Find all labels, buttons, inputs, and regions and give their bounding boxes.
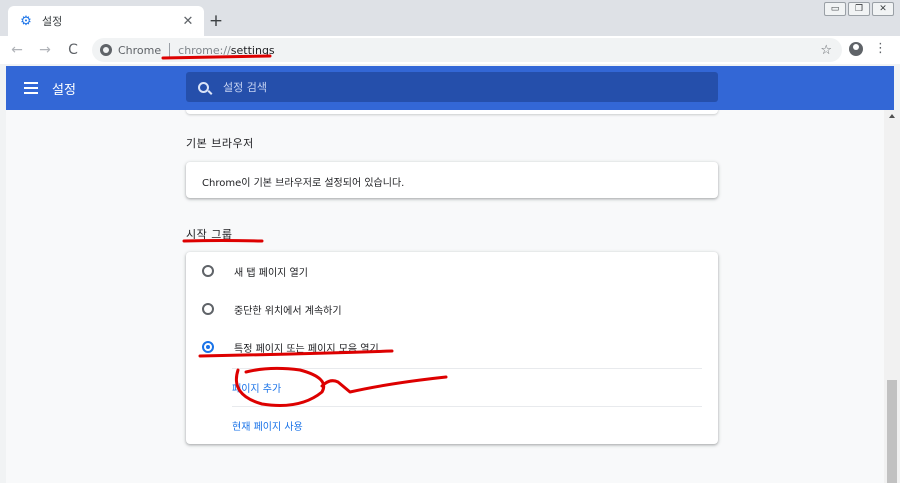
tab-settings[interactable]: ⚙ 설정 ✕	[8, 6, 204, 36]
gear-icon: ⚙	[20, 13, 32, 29]
default-browser-status: Chrome이 기본 브라우저로 설정되어 있습니다.	[202, 178, 405, 189]
window-controls: ▭ ❐ ✕	[824, 2, 894, 16]
startup-option-specific-pages[interactable]: 특정 페이지 또는 페이지 모음 열기	[186, 328, 718, 366]
search-icon	[198, 81, 209, 93]
reload-button[interactable]: C	[62, 39, 84, 61]
menu-icon[interactable]: ⋮	[874, 41, 887, 56]
page-title: 설정	[52, 82, 76, 98]
hamburger-menu-icon[interactable]	[24, 82, 38, 94]
tab-strip: ⚙ 설정 ✕ + ▭ ❐ ✕	[0, 0, 900, 36]
url-path: settings	[230, 43, 275, 57]
previous-section-card	[186, 110, 718, 114]
settings-header: 설정	[6, 66, 894, 110]
forward-button[interactable]: →	[34, 39, 56, 61]
radio-button[interactable]	[202, 265, 214, 277]
browser-toolbar: ← → C Chrome chrome:// settings ☆ ⋮	[0, 36, 900, 64]
default-browser-heading: 기본 브라우저	[186, 137, 254, 150]
radio-label: 새 탭 페이지 열기	[234, 267, 308, 279]
restore-button[interactable]: ❐	[848, 2, 870, 16]
scroll-up-arrow-icon[interactable]	[889, 114, 895, 118]
startup-option-continue[interactable]: 중단한 위치에서 계속하기	[186, 290, 718, 328]
radio-label: 중단한 위치에서 계속하기	[234, 305, 342, 317]
search-input[interactable]	[223, 80, 683, 94]
add-page-link[interactable]: 페이지 추가	[232, 368, 702, 406]
bookmark-star-icon[interactable]: ☆	[820, 43, 832, 58]
settings-search[interactable]	[186, 72, 718, 102]
settings-content: 기본 브라우저 Chrome이 기본 브라우저로 설정되어 있습니다. 시작 그…	[6, 110, 884, 483]
scrollbar-thumb[interactable]	[887, 380, 897, 483]
radio-label: 특정 페이지 또는 페이지 모음 열기	[234, 343, 379, 355]
radio-button-selected[interactable]	[202, 341, 214, 353]
scrollbar[interactable]	[884, 110, 900, 483]
url-scheme: chrome://	[178, 43, 231, 57]
profile-avatar-icon[interactable]	[849, 42, 863, 56]
startup-option-new-tab[interactable]: 새 탭 페이지 열기	[186, 252, 718, 290]
close-window-button[interactable]: ✕	[872, 2, 894, 16]
close-tab-icon[interactable]: ✕	[180, 14, 196, 29]
address-bar[interactable]: Chrome chrome:// settings ☆	[92, 38, 842, 62]
startup-card: 새 탭 페이지 열기 중단한 위치에서 계속하기 특정 페이지 또는 페이지 모…	[186, 252, 718, 444]
use-current-pages-link[interactable]: 현재 페이지 사용	[232, 406, 702, 444]
radio-button[interactable]	[202, 303, 214, 315]
startup-heading: 시작 그룹	[186, 228, 233, 241]
address-divider	[169, 43, 171, 57]
chrome-icon	[100, 44, 112, 56]
minimize-button[interactable]: ▭	[824, 2, 846, 16]
default-browser-card: Chrome이 기본 브라우저로 설정되어 있습니다.	[186, 162, 718, 198]
tab-title: 설정	[42, 15, 63, 28]
site-chip-label: Chrome	[118, 43, 162, 57]
back-button[interactable]: ←	[6, 39, 28, 61]
new-tab-button[interactable]: +	[206, 10, 226, 32]
